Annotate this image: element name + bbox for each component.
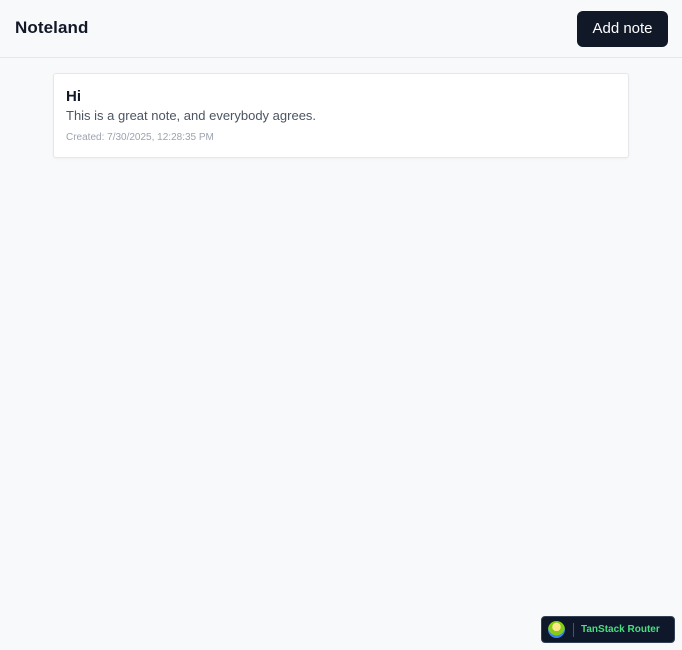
notes-list: Hi This is a great note, and everybody a… (53, 73, 629, 158)
note-card[interactable]: Hi This is a great note, and everybody a… (53, 73, 629, 158)
devtools-label: TanStack Router (581, 624, 660, 635)
note-body: This is a great note, and everybody agre… (66, 108, 317, 123)
add-note-button[interactable]: Add note (577, 11, 668, 47)
app-root: Noteland Add note Hi This is a great not… (0, 0, 682, 650)
top-header: Noteland Add note (0, 0, 682, 58)
tanstack-logo-icon (548, 621, 565, 638)
note-created-timestamp: Created: 7/30/2025, 12:28:35 PM (66, 132, 214, 143)
app-brand: Noteland (15, 18, 89, 37)
tanstack-router-devtools-button[interactable]: TanStack Router (541, 616, 675, 643)
note-title: Hi (66, 88, 81, 105)
devtools-separator (573, 623, 574, 637)
